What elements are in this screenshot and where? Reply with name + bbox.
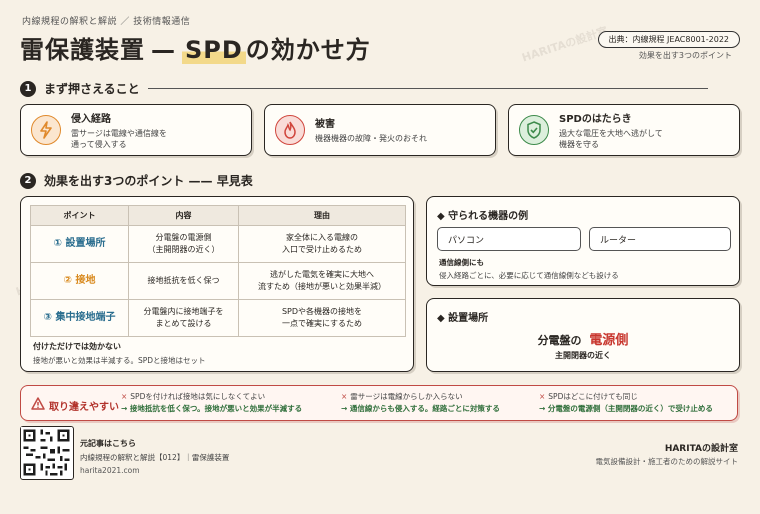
feature-card-spd: SPDのはたらき 過大な電圧を大地へ逃がして 機器を守る <box>508 104 740 156</box>
divider <box>147 87 708 90</box>
feature-title: 被害 <box>315 119 335 131</box>
feature-desc: 機器機器の故障・発火のおそれ <box>315 134 427 144</box>
source-subtitle: 効果を出す3つのポイント <box>638 51 732 60</box>
source-badge: 出典：内線規程 JEAC8001-2022 <box>597 31 740 48</box>
section-1-heading: 1 まず押さえること <box>20 80 708 97</box>
comm-line-title: 通信線側にも <box>439 258 484 267</box>
comm-line-desc: 侵入経路ごとに、必要に応じて通信線側なども設ける <box>439 271 619 280</box>
device-router: ルーター <box>589 227 731 251</box>
feature-desc: 雷サージは電線や通信線を 通って侵入する <box>71 128 167 149</box>
feature-card-entry: 侵入経路 雷サージは電線や通信線を 通って侵入する <box>20 104 252 156</box>
warning-item: × SPDを付ければ接地は気にしなくてよい → 接地抵抗を低く保つ。接地が悪いと効… <box>121 392 303 413</box>
warning-label: 取り違えやすい <box>31 397 119 413</box>
footer-link-title: 元記事はこちら <box>80 439 136 448</box>
page: HARITAの設計室 HARITAの設計室 内線規程の解釈と解説 ／ 技術情報通… <box>0 0 760 514</box>
protected-title: ◆ 守られる機器の例 <box>437 211 529 222</box>
feature-title: SPDのはたらき <box>559 113 632 125</box>
warning-bar: 取り違えやすい × SPDを付ければ接地は気にしなくてよい → 接地抵抗を低く保つ… <box>20 385 738 421</box>
warning-right: 接地抵抗を低く保つ。接地が悪いと効果が半減する <box>129 404 303 413</box>
flame-icon <box>275 115 305 145</box>
location-line-text: 分電盤の <box>537 334 582 347</box>
title-suffix: の効かせ方 <box>245 36 371 64</box>
warning-right: 通信線からも侵入する。経路ごとに対策する <box>349 404 500 413</box>
table-note-title: 付けただけでは効かない <box>33 342 121 351</box>
point-content: 接地抵抗を低く保つ <box>128 262 239 300</box>
points-table: ポイント 内容 理由 ① 設置場所 分電盤の電源側 （主開閉器の近く） 家全体に… <box>30 205 406 337</box>
location-highlight: 電源側 <box>589 333 629 348</box>
point-name: ③ 集中接地端子 <box>30 299 129 337</box>
warning-wrong: 雷サージは電線からしか入らない <box>350 392 463 401</box>
column-header: ポイント <box>30 205 129 226</box>
warning-item: × 雷サージは電線からしか入らない → 通信線からも侵入する。経路ごとに対策する <box>341 392 500 413</box>
table-row: ② 接地 接地抵抗を低く保つ 逃がした電気を確実に大地へ 流すため（接地が悪いと… <box>30 262 406 300</box>
point-name: ② 接地 <box>30 262 129 300</box>
warning-wrong: SPDはどこに付けても同じ <box>548 392 638 401</box>
watermark: HARITAの設計室 <box>520 24 610 65</box>
location-card: ◆ 設置場所 分電盤の 電源側 主開閉器の近く <box>426 298 740 372</box>
location-sub: 主開閉器の近く <box>555 351 611 360</box>
section-2-number: 2 <box>20 172 36 189</box>
device-pc: パソコン <box>437 227 581 251</box>
series-label: 内線規程の解釈と解説 ／ 技術情報通信 <box>22 17 191 27</box>
point-reason: SPDや各機器の接地を 一点で確実にするため <box>238 299 406 337</box>
section-1-title: まず押さえること <box>44 82 140 96</box>
section-2-heading: 2 効果を出す3つのポイント —— 早見表 <box>20 172 253 189</box>
lightning-icon <box>31 115 61 145</box>
point-content: 分電盤内に接地端子を まとめて設ける <box>128 299 239 337</box>
page-title: 雷保護装置 — SPD の効かせ方 <box>20 30 371 65</box>
table-row: ③ 集中接地端子 分電盤内に接地端子を まとめて設ける SPDや各機器の接地を … <box>30 299 406 337</box>
location-title: ◆ 設置場所 <box>437 313 489 324</box>
feature-desc: 過大な電圧を大地へ逃がして 機器を守る <box>559 128 663 149</box>
brand-name: HARITAの設計室 <box>664 444 738 454</box>
warning-label-text: 取り違えやすい <box>49 401 119 413</box>
footer-url[interactable]: harita2021.com <box>80 466 140 475</box>
feature-title: 侵入経路 <box>71 113 111 125</box>
brand-subtitle: 電気設備設計・施工者のための解説サイト <box>595 457 739 466</box>
point-content: 分電盤の電源側 （主開閉器の近く） <box>128 225 239 263</box>
warning-triangle-icon <box>31 397 45 413</box>
feature-card-damage: 被害 機器機器の故障・発火のおそれ <box>264 104 496 156</box>
point-reason: 逃がした電気を確実に大地へ 流すため（接地が悪いと効果半減） <box>238 262 406 300</box>
column-header: 内容 <box>128 205 239 226</box>
title-highlight: SPD <box>182 36 246 64</box>
shield-check-icon <box>519 115 549 145</box>
table-header-row: ポイント 内容 理由 <box>30 205 406 226</box>
point-name: ① 設置場所 <box>30 225 129 263</box>
title-main: 雷保護装置 <box>20 36 145 64</box>
warning-item: × SPDはどこに付けても同じ → 分電盤の電源側（主開閉器の近く）で受け止める <box>539 392 713 413</box>
section-1-number: 1 <box>20 80 36 97</box>
location-line: 分電盤の 電源側 <box>427 329 739 348</box>
protected-devices-card: ◆ 守られる機器の例 パソコン ルーター 通信線側にも 侵入経路ごとに、必要に応… <box>426 196 740 286</box>
footer-article[interactable]: 内線規程の解釈と解説【012】｜雷保護装置 <box>80 452 229 463</box>
points-table-card: ポイント 内容 理由 ① 設置場所 分電盤の電源側 （主開閉器の近く） 家全体に… <box>20 196 414 372</box>
point-reason: 家全体に入る電線の 入口で受け止めるため <box>238 225 406 263</box>
section-2-title: 効果を出す3つのポイント —— 早見表 <box>44 174 253 188</box>
qr-code[interactable] <box>20 426 74 480</box>
title-dash: — <box>151 36 176 64</box>
column-header: 理由 <box>238 205 406 226</box>
table-row: ① 設置場所 分電盤の電源側 （主開閉器の近く） 家全体に入る電線の 入口で受け… <box>30 225 406 263</box>
warning-wrong: SPDを付ければ接地は気にしなくてよい <box>130 392 266 401</box>
table-note-desc: 接地が悪いと効果は半減する。SPDと接地はセット <box>33 356 206 365</box>
warning-right: 分電盤の電源側（主開閉器の近く）で受け止める <box>547 404 713 413</box>
